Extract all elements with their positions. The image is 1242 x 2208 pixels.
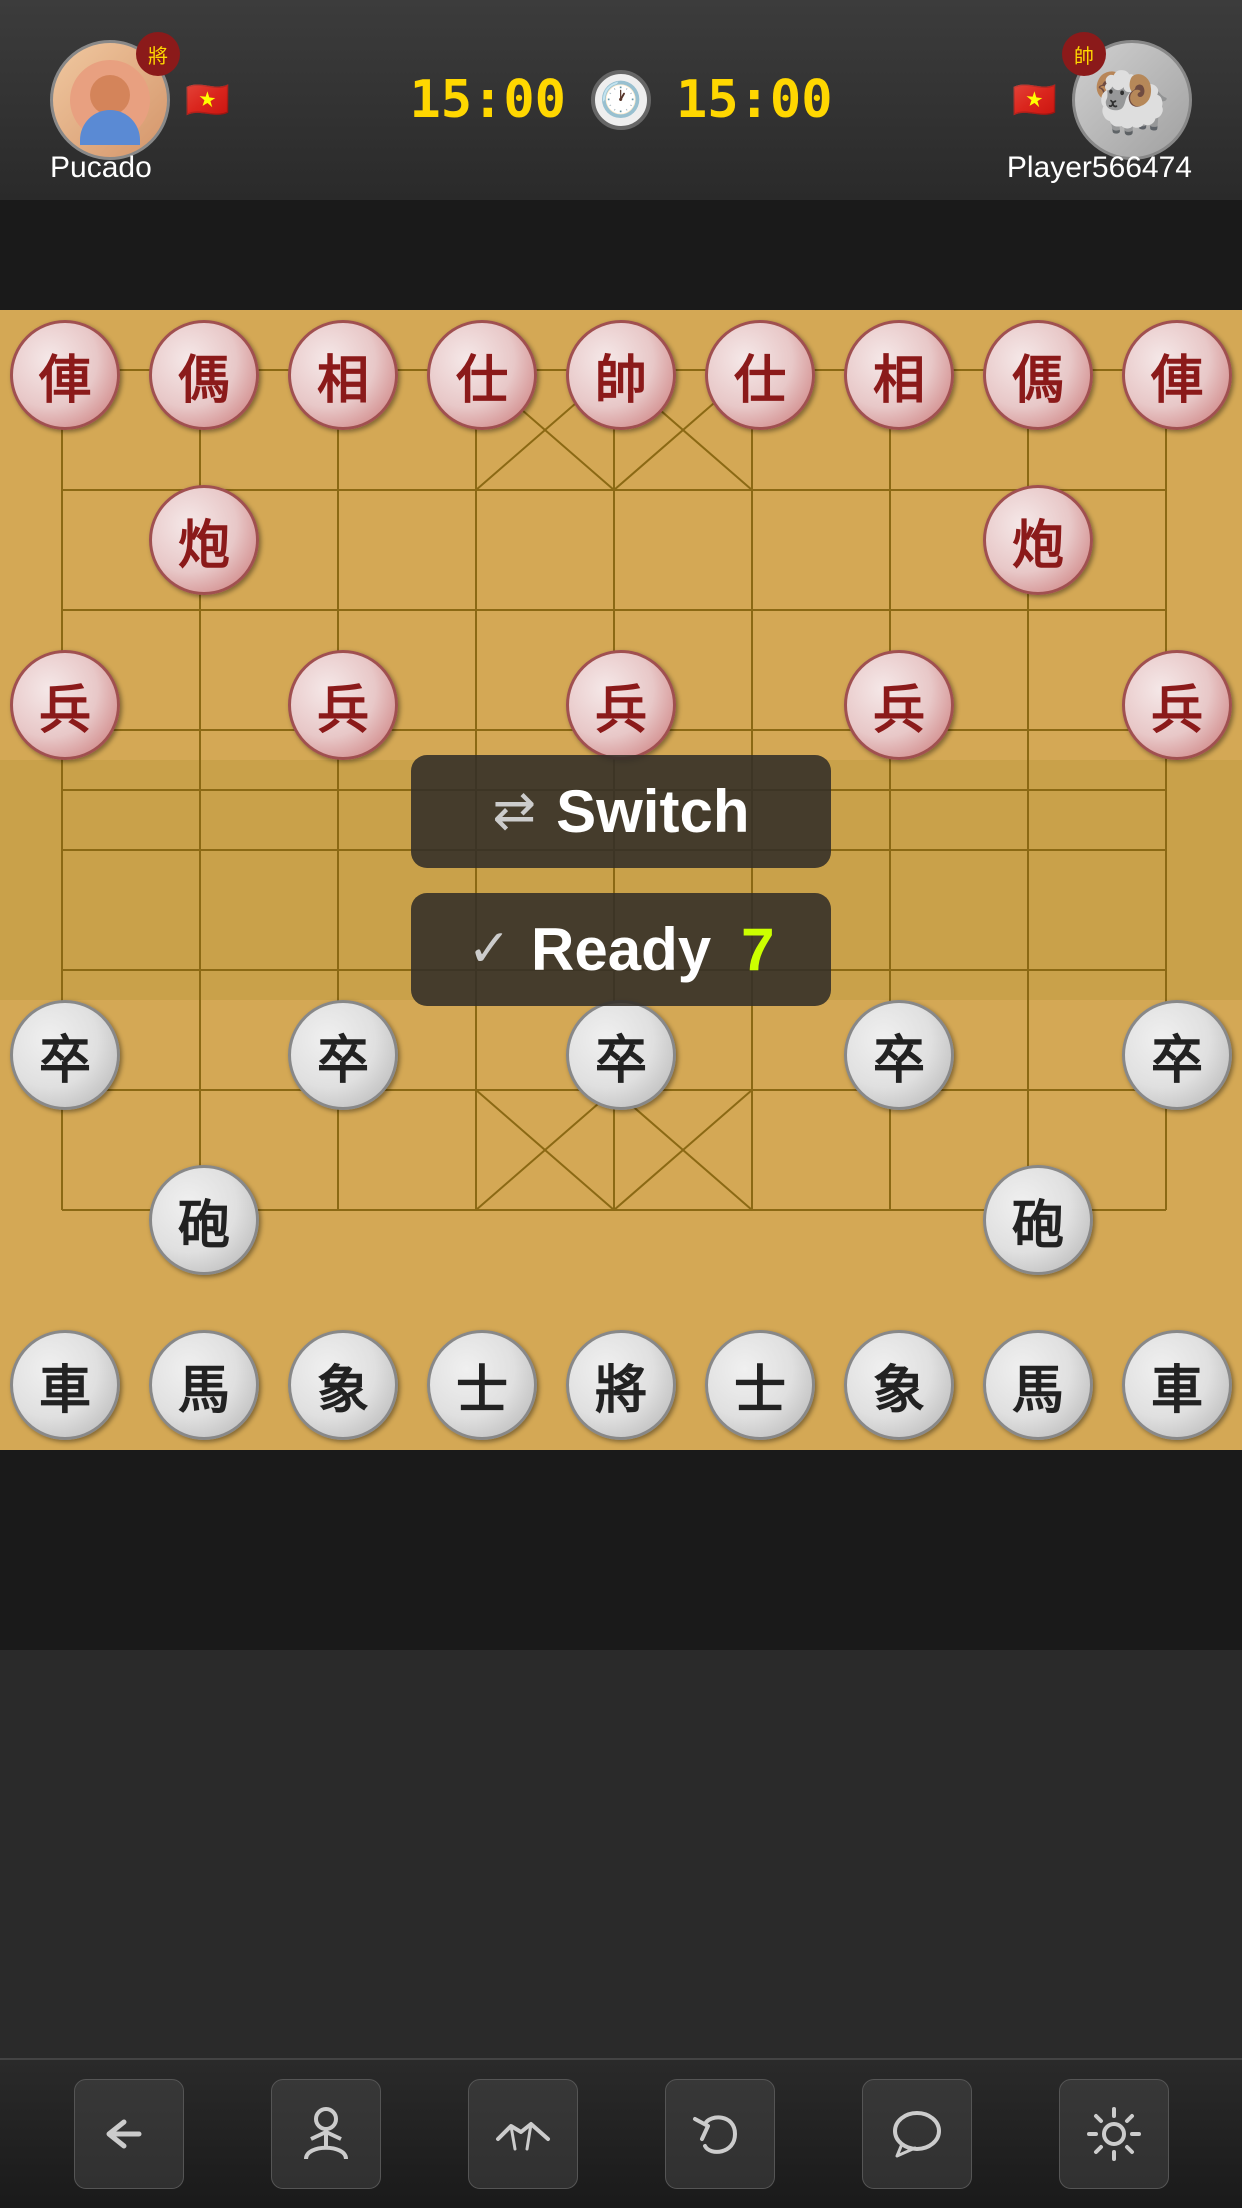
player-figure-icon (296, 2104, 356, 2164)
piece-black-zu2[interactable]: 卒 (288, 1000, 398, 1110)
river-area: ⇄ Switch ✓ Ready 7 (0, 760, 1242, 1000)
piece-black-ma2[interactable]: 馬 (983, 1330, 1093, 1440)
handshake-button[interactable] (468, 2079, 578, 2189)
ready-count: 7 (741, 915, 774, 984)
player2-badge: 帥 (1062, 32, 1106, 76)
player1-info: 將 🇻🇳 (50, 40, 230, 160)
piece-black-xiang1[interactable]: 象 (288, 1330, 398, 1440)
piece-red-ma2[interactable]: 傌 (983, 320, 1093, 430)
piece-black-pao2[interactable]: 砲 (983, 1165, 1093, 1275)
spacer2 (0, 595, 1242, 650)
spacer1 (0, 430, 1242, 485)
undo-button[interactable] (665, 2079, 775, 2189)
row-black-pawn: 卒 卒 卒 卒 卒 (0, 1000, 1242, 1110)
piece-red-xiang2[interactable]: 相 (844, 320, 954, 430)
switch-label: Switch (556, 777, 749, 846)
row-red-pawn: 兵 兵 兵 兵 兵 (0, 650, 1242, 760)
player1-badge: 將 (136, 32, 180, 76)
piece-red-ju1[interactable]: 俥 (10, 320, 120, 430)
piece-black-shi1[interactable]: 士 (427, 1330, 537, 1440)
row-black-cannon: 砲 砲 (0, 1165, 1242, 1275)
player1-flag: 🇻🇳 (185, 79, 230, 121)
piece-red-bing1[interactable]: 兵 (10, 650, 120, 760)
dark-gap (0, 200, 1242, 310)
piece-black-jiang[interactable]: 將 (566, 1330, 676, 1440)
piece-red-ju2[interactable]: 俥 (1122, 320, 1232, 430)
clock-icon: 🕐 (591, 70, 651, 130)
piece-red-ma1[interactable]: 傌 (149, 320, 259, 430)
piece-red-shi1[interactable]: 仕 (427, 320, 537, 430)
piece-red-pao2[interactable]: 炮 (983, 485, 1093, 595)
row-black-back: 車 馬 象 士 將 士 象 馬 車 (0, 1330, 1242, 1450)
piece-red-shi2[interactable]: 仕 (705, 320, 815, 430)
header: 將 🇻🇳 Pucado 15:00 🕐 15:00 🇻🇳 🐏 帥 Player5… (0, 0, 1242, 200)
spacer5 (0, 1275, 1242, 1330)
settings-icon (1084, 2104, 1144, 2164)
piece-black-ju1[interactable]: 車 (10, 1330, 120, 1440)
back-icon (99, 2104, 159, 2164)
player-icon-button[interactable] (271, 2079, 381, 2189)
undo-icon (690, 2104, 750, 2164)
player1-timer: 15:00 (409, 70, 566, 130)
piece-black-ju2[interactable]: 車 (1122, 1330, 1232, 1440)
piece-black-xiang2[interactable]: 象 (844, 1330, 954, 1440)
spacer4 (0, 1110, 1242, 1165)
player2-name-label: Player566474 (1007, 151, 1192, 185)
timer-section: 15:00 🕐 15:00 (409, 70, 832, 130)
overlay-buttons: ⇄ Switch ✓ Ready 7 (411, 755, 831, 1006)
row-red-cannon: 炮 炮 (0, 485, 1242, 595)
piece-red-bing4[interactable]: 兵 (844, 650, 954, 760)
back-button[interactable] (74, 2079, 184, 2189)
settings-button[interactable] (1059, 2079, 1169, 2189)
player2-info: 🇻🇳 🐏 帥 (1012, 40, 1192, 160)
switch-icon: ⇄ (493, 781, 537, 841)
row-red-back: 俥 傌 相 仕 帥 仕 相 傌 俥 (0, 310, 1242, 430)
handshake-icon (493, 2104, 553, 2164)
ready-button[interactable]: ✓ Ready 7 (411, 893, 831, 1006)
switch-button[interactable]: ⇄ Switch (411, 755, 831, 868)
ready-label: Ready (531, 915, 711, 984)
ready-checkmark-icon: ✓ (467, 919, 511, 979)
piece-black-shi2[interactable]: 士 (705, 1330, 815, 1440)
piece-red-shuai[interactable]: 帥 (566, 320, 676, 430)
chat-icon (887, 2104, 947, 2164)
piece-black-zu1[interactable]: 卒 (10, 1000, 120, 1110)
piece-red-bing5[interactable]: 兵 (1122, 650, 1232, 760)
player1-name-label: Pucado (50, 151, 152, 185)
piece-red-bing2[interactable]: 兵 (288, 650, 398, 760)
player2-flag: 🇻🇳 (1012, 79, 1057, 121)
piece-black-zu5[interactable]: 卒 (1122, 1000, 1232, 1110)
chat-button[interactable] (862, 2079, 972, 2189)
board-container: 俥 傌 相 仕 帥 仕 相 傌 俥 炮 炮 兵 兵 兵 兵 兵 (0, 310, 1242, 1450)
piece-black-ma1[interactable]: 馬 (149, 1330, 259, 1440)
piece-red-bing3[interactable]: 兵 (566, 650, 676, 760)
piece-black-zu4[interactable]: 卒 (844, 1000, 954, 1110)
piece-black-pao1[interactable]: 砲 (149, 1165, 259, 1275)
bottom-dark (0, 1450, 1242, 1650)
piece-red-pao1[interactable]: 炮 (149, 485, 259, 595)
bottom-toolbar (0, 2058, 1242, 2208)
piece-black-zu3[interactable]: 卒 (566, 1000, 676, 1110)
piece-red-xiang1[interactable]: 相 (288, 320, 398, 430)
player2-timer: 15:00 (676, 70, 833, 130)
